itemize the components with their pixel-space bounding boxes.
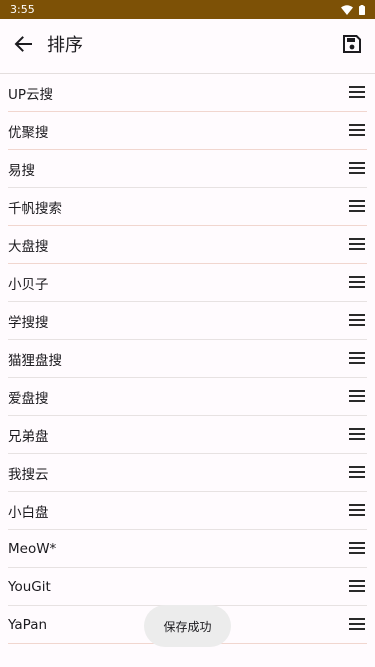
list-item-label: 千帆搜索 bbox=[8, 200, 62, 217]
drag-handle-icon[interactable] bbox=[349, 124, 365, 138]
list-item-label: MeoW* bbox=[8, 540, 57, 557]
arrow-left-icon bbox=[14, 36, 32, 56]
drag-handle-icon[interactable] bbox=[349, 390, 365, 404]
save-button[interactable] bbox=[340, 34, 364, 58]
status-bar: 3:55 bbox=[0, 0, 375, 19]
list-item[interactable]: 猫狸盘搜 bbox=[8, 340, 367, 378]
app-bar: 排序 bbox=[0, 19, 375, 74]
list-item-label: UP云搜 bbox=[8, 86, 54, 103]
list-item-label: 爱盘搜 bbox=[8, 390, 49, 407]
back-button[interactable] bbox=[11, 34, 35, 58]
list-item[interactable]: 优聚搜 bbox=[8, 112, 367, 150]
list-item[interactable]: 千帆搜索 bbox=[8, 188, 367, 226]
list-item-label: 优聚搜 bbox=[8, 124, 49, 141]
list-item[interactable]: 易搜 bbox=[8, 150, 367, 188]
drag-handle-icon[interactable] bbox=[349, 276, 365, 290]
status-icons bbox=[341, 4, 365, 15]
page-title: 排序 bbox=[47, 35, 83, 56]
list-item[interactable]: 小贝子 bbox=[8, 264, 367, 302]
drag-handle-icon[interactable] bbox=[349, 466, 365, 480]
list-item[interactable]: 兄弟盘 bbox=[8, 416, 367, 454]
list-item[interactable]: YouGit bbox=[8, 568, 367, 606]
drag-handle-icon[interactable] bbox=[349, 86, 365, 100]
sort-list: UP云搜 优聚搜 易搜 千帆搜索 大盘搜 小贝子 学搜搜 猫狸盘搜 爱盘搜 兄弟… bbox=[0, 74, 375, 644]
list-item-label: 兄弟盘 bbox=[8, 428, 49, 445]
list-item-label: 大盘搜 bbox=[8, 238, 49, 255]
toast-message: 保存成功 bbox=[144, 605, 231, 647]
list-item-label: 易搜 bbox=[8, 162, 35, 179]
drag-handle-icon[interactable] bbox=[349, 504, 365, 518]
status-time: 3:55 bbox=[10, 3, 35, 16]
list-item-label: YouGit bbox=[8, 578, 51, 595]
list-item[interactable]: UP云搜 bbox=[8, 74, 367, 112]
wifi-icon bbox=[341, 4, 353, 15]
list-item[interactable]: 大盘搜 bbox=[8, 226, 367, 264]
drag-handle-icon[interactable] bbox=[349, 200, 365, 214]
drag-handle-icon[interactable] bbox=[349, 162, 365, 176]
drag-handle-icon[interactable] bbox=[349, 580, 365, 594]
drag-handle-icon[interactable] bbox=[349, 238, 365, 252]
list-item[interactable]: MeoW* bbox=[8, 530, 367, 568]
battery-icon bbox=[359, 4, 365, 15]
list-item-label: 小白盘 bbox=[8, 504, 49, 521]
list-item[interactable]: 我搜云 bbox=[8, 454, 367, 492]
list-item-label: YaPan bbox=[8, 616, 48, 633]
list-item-label: 猫狸盘搜 bbox=[8, 352, 62, 369]
drag-handle-icon[interactable] bbox=[349, 542, 365, 556]
save-disk-icon bbox=[343, 35, 361, 57]
drag-handle-icon[interactable] bbox=[349, 314, 365, 328]
list-item-label: 学搜搜 bbox=[8, 314, 49, 331]
drag-handle-icon[interactable] bbox=[349, 428, 365, 442]
list-item-label: 我搜云 bbox=[8, 466, 49, 483]
list-item[interactable]: 小白盘 bbox=[8, 492, 367, 530]
list-item[interactable]: 爱盘搜 bbox=[8, 378, 367, 416]
toast-text: 保存成功 bbox=[163, 619, 212, 634]
drag-handle-icon[interactable] bbox=[349, 352, 365, 366]
drag-handle-icon[interactable] bbox=[349, 618, 365, 632]
list-item-label: 小贝子 bbox=[8, 276, 49, 293]
list-item[interactable]: 学搜搜 bbox=[8, 302, 367, 340]
